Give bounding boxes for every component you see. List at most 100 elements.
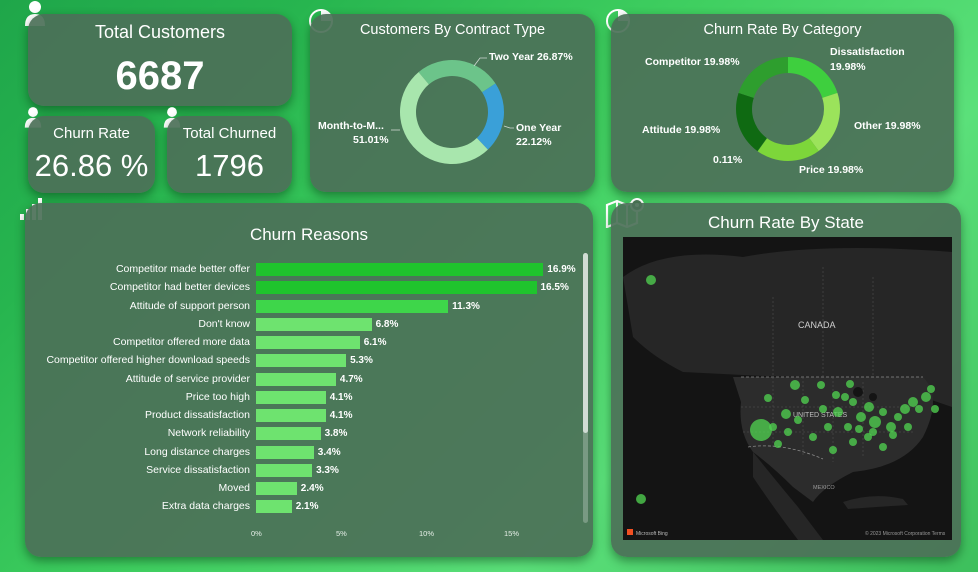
donut-slice-attitude[interactable]: [736, 92, 767, 151]
x-axis-tick: 0%: [251, 529, 262, 538]
bar[interactable]: [256, 372, 336, 386]
bar-value-label: 6.8%: [375, 318, 399, 330]
map-bubble[interactable]: [832, 391, 840, 399]
bar-label: Long distance charges: [144, 445, 250, 458]
map-bubble[interactable]: [846, 380, 854, 388]
map-bubble[interactable]: [879, 408, 887, 416]
donut-slice-competitor[interactable]: [738, 57, 788, 98]
map-bubble[interactable]: [824, 423, 832, 431]
bar-label: Network reliability: [167, 427, 250, 440]
map-bubble[interactable]: [844, 423, 852, 431]
bar[interactable]: [256, 299, 449, 313]
bar[interactable]: [256, 281, 537, 295]
label-competitor: Competitor 19.98%: [645, 56, 740, 68]
map-bubble[interactable]: [817, 381, 825, 389]
map-bubble[interactable]: [894, 413, 902, 421]
bar-value-label: 16.5%: [540, 282, 569, 294]
map-bubble[interactable]: [769, 423, 777, 431]
bar[interactable]: [256, 427, 321, 441]
bar-row[interactable]: Moved 2.4%: [25, 480, 585, 498]
bar-row[interactable]: Attitude of service provider 4.7%: [25, 371, 585, 389]
bar-row[interactable]: Competitor had better devices 16.5%: [25, 279, 585, 297]
map-bubble[interactable]: [819, 405, 827, 413]
label-dissatisfaction-pct: 19.98%: [830, 61, 866, 73]
donut-slice-price[interactable]: [757, 138, 819, 161]
map-bubble[interactable]: [646, 275, 656, 285]
bar[interactable]: [256, 500, 292, 514]
bar[interactable]: [256, 354, 347, 368]
bar-row[interactable]: Don't know 6.8%: [25, 316, 585, 334]
bar[interactable]: [256, 390, 326, 404]
bar-value-label: 4.7%: [339, 373, 363, 385]
donut-slice-other[interactable]: [809, 92, 840, 151]
bar-value-label: 2.4%: [300, 483, 324, 494]
label-dissatisfaction-name: Dissatisfaction: [830, 46, 905, 58]
map-canvas[interactable]: CANADA UNITED STATES MEXICO Microsoft Bi…: [623, 237, 952, 540]
map-bubble[interactable]: [774, 440, 782, 448]
bar-row[interactable]: Extra data charges 2.1%: [25, 498, 585, 516]
map-bubble[interactable]: [841, 393, 849, 401]
map-bubble[interactable]: [864, 402, 874, 412]
map-bubble[interactable]: [915, 405, 923, 413]
map-bubble[interactable]: [900, 404, 910, 414]
map-bubble[interactable]: [855, 425, 863, 433]
bar-row[interactable]: Product dissatisfaction 4.1%: [25, 407, 585, 425]
churn-reasons-title: Churn Reasons: [249, 225, 369, 244]
map-bubble[interactable]: [889, 431, 897, 439]
bar[interactable]: [256, 317, 372, 331]
total-churned-title: Total Churned: [182, 125, 277, 142]
leader-lines: [391, 57, 514, 131]
bar-row[interactable]: Long distance charges 3.4%: [25, 444, 585, 462]
bar[interactable]: [256, 445, 314, 459]
churn-reasons-card: Churn Reasons Competitor made better off…: [25, 203, 593, 557]
map-bubble[interactable]: [908, 397, 918, 407]
bar-value-label: 4.1%: [329, 410, 353, 421]
map-bubble[interactable]: [636, 494, 646, 504]
bar[interactable]: [256, 482, 297, 495]
bar[interactable]: [256, 463, 313, 477]
map-bubble[interactable]: [784, 428, 792, 436]
map-bubble[interactable]: [886, 422, 896, 432]
map-bubble[interactable]: [801, 396, 809, 404]
map-bubble[interactable]: [904, 423, 912, 431]
map-bubble[interactable]: [829, 446, 837, 454]
x-axis-tick: 5%: [336, 529, 347, 538]
map-bubble[interactable]: [794, 416, 802, 424]
map-bubble[interactable]: [931, 405, 939, 413]
churn-map[interactable]: CANADA UNITED STATES MEXICO Microsoft Bi…: [623, 237, 952, 540]
bar[interactable]: [256, 336, 360, 349]
bar-row[interactable]: Competitor offered more data 6.1%: [25, 334, 585, 352]
bar-label: Competitor offered higher download speed…: [46, 354, 250, 367]
map-bubble[interactable]: [750, 419, 772, 441]
bar-row[interactable]: Attitude of support person 11.3%: [25, 298, 585, 316]
bar-row[interactable]: Competitor made better offer 16.9%: [25, 261, 585, 279]
map-bubble[interactable]: [856, 412, 866, 422]
map-bubble[interactable]: [879, 443, 887, 451]
bar-label: Service dissatisfaction: [146, 463, 250, 476]
bar-row[interactable]: Price too high 4.1%: [25, 389, 585, 407]
map-bubble[interactable]: [849, 438, 857, 446]
scrollbar-thumb[interactable]: [583, 253, 588, 433]
bar-row[interactable]: Network reliability 3.8%: [25, 425, 585, 443]
map-copyright: © 2023 Microsoft Corporation Terms: [865, 530, 946, 537]
bar[interactable]: [256, 263, 544, 276]
churn-reasons-bar-chart: Competitor made better offer 16.9% Competi…: [25, 261, 585, 521]
category-donut-chart[interactable]: [733, 54, 843, 164]
map-bubble[interactable]: [764, 394, 772, 402]
bar-label: Don't know: [198, 317, 250, 330]
bar-row[interactable]: Service dissatisfaction 3.3%: [25, 462, 585, 480]
bar-chart-scrollbar[interactable]: [583, 253, 588, 523]
map-bubble[interactable]: [790, 380, 800, 390]
map-bubble[interactable]: [849, 398, 857, 406]
map-bubble[interactable]: [921, 392, 931, 402]
map-bubble[interactable]: [809, 433, 817, 441]
map-bubble[interactable]: [869, 428, 877, 436]
map-bubble[interactable]: [927, 385, 935, 393]
map-bubble[interactable]: [781, 409, 791, 419]
map-bubble[interactable]: [869, 416, 881, 428]
label-small: 0.11%: [713, 154, 743, 166]
bar[interactable]: [256, 409, 326, 422]
map-bubble[interactable]: [833, 407, 843, 417]
category-card: Churn Rate By Category Competitor 19.98%…: [611, 14, 954, 192]
bar-row[interactable]: Competitor offered higher download speed…: [25, 352, 585, 370]
